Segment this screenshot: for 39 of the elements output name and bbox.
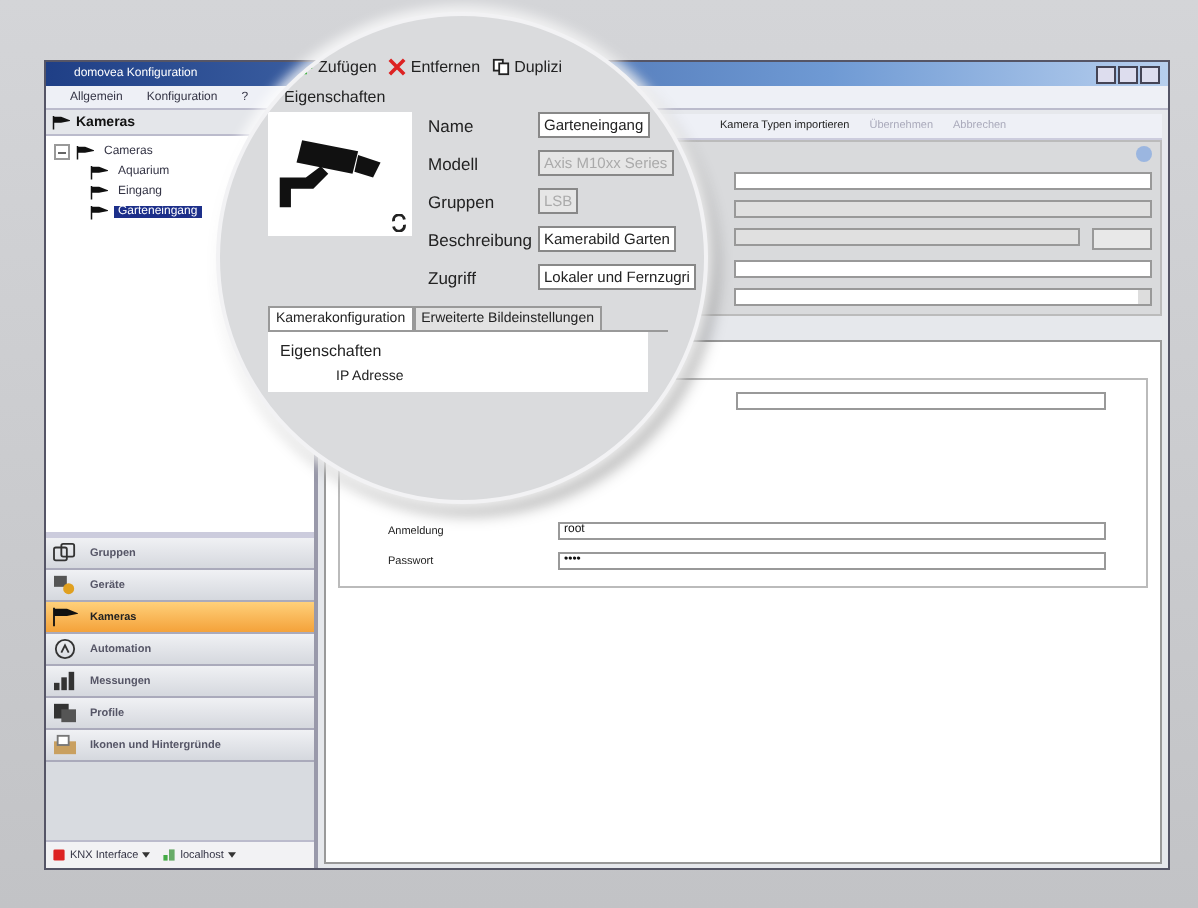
- field-label: Name: [428, 115, 476, 135]
- field-label: Gruppen: [428, 191, 497, 211]
- toolbar-button[interactable]: Zufügen: [296, 57, 377, 75]
- field-label: Zugriff: [428, 267, 478, 287]
- camera-icon: [76, 144, 94, 160]
- camera-icon: [52, 606, 78, 628]
- section-title: Eigenschaften: [282, 86, 388, 110]
- input-field[interactable]: [736, 392, 1106, 410]
- group-title: Eigenschaften: [280, 342, 382, 360]
- camera-icon: [90, 204, 108, 220]
- automation-icon: [52, 638, 78, 660]
- interface-icon: [52, 848, 66, 862]
- groups-icon: [52, 542, 78, 564]
- field-label: Beschreibung: [428, 229, 532, 249]
- profile-icon: [52, 702, 78, 724]
- device-icon: [52, 574, 78, 596]
- network-icon: [162, 848, 177, 862]
- toolbar-button[interactable]: Entfernen: [388, 57, 481, 75]
- folder-icon: [52, 734, 78, 756]
- input-field[interactable]: [734, 172, 1152, 190]
- browse-button[interactable]: [1092, 228, 1152, 250]
- caret-icon: [142, 852, 151, 858]
- copy-icon: [492, 57, 511, 75]
- caret-icon: [227, 852, 236, 858]
- camera-icon: [52, 114, 70, 130]
- camera-icon: [90, 164, 108, 180]
- close-button[interactable]: [1140, 65, 1160, 83]
- toolbar-button[interactable]: Duplizi: [492, 57, 563, 75]
- collapse-button[interactable]: [1136, 146, 1152, 162]
- refresh-icon[interactable]: [390, 214, 408, 232]
- dropdown-field[interactable]: [734, 288, 1152, 306]
- close-icon: [388, 57, 407, 75]
- minimize-button[interactable]: [1096, 65, 1116, 83]
- maximize-button[interactable]: [1118, 65, 1138, 83]
- camera-icon: [90, 184, 108, 200]
- bar-chart-icon: [52, 670, 78, 692]
- input-field[interactable]: [734, 260, 1152, 278]
- field-label: Modell: [428, 153, 481, 173]
- collapse-toggle[interactable]: [54, 144, 70, 160]
